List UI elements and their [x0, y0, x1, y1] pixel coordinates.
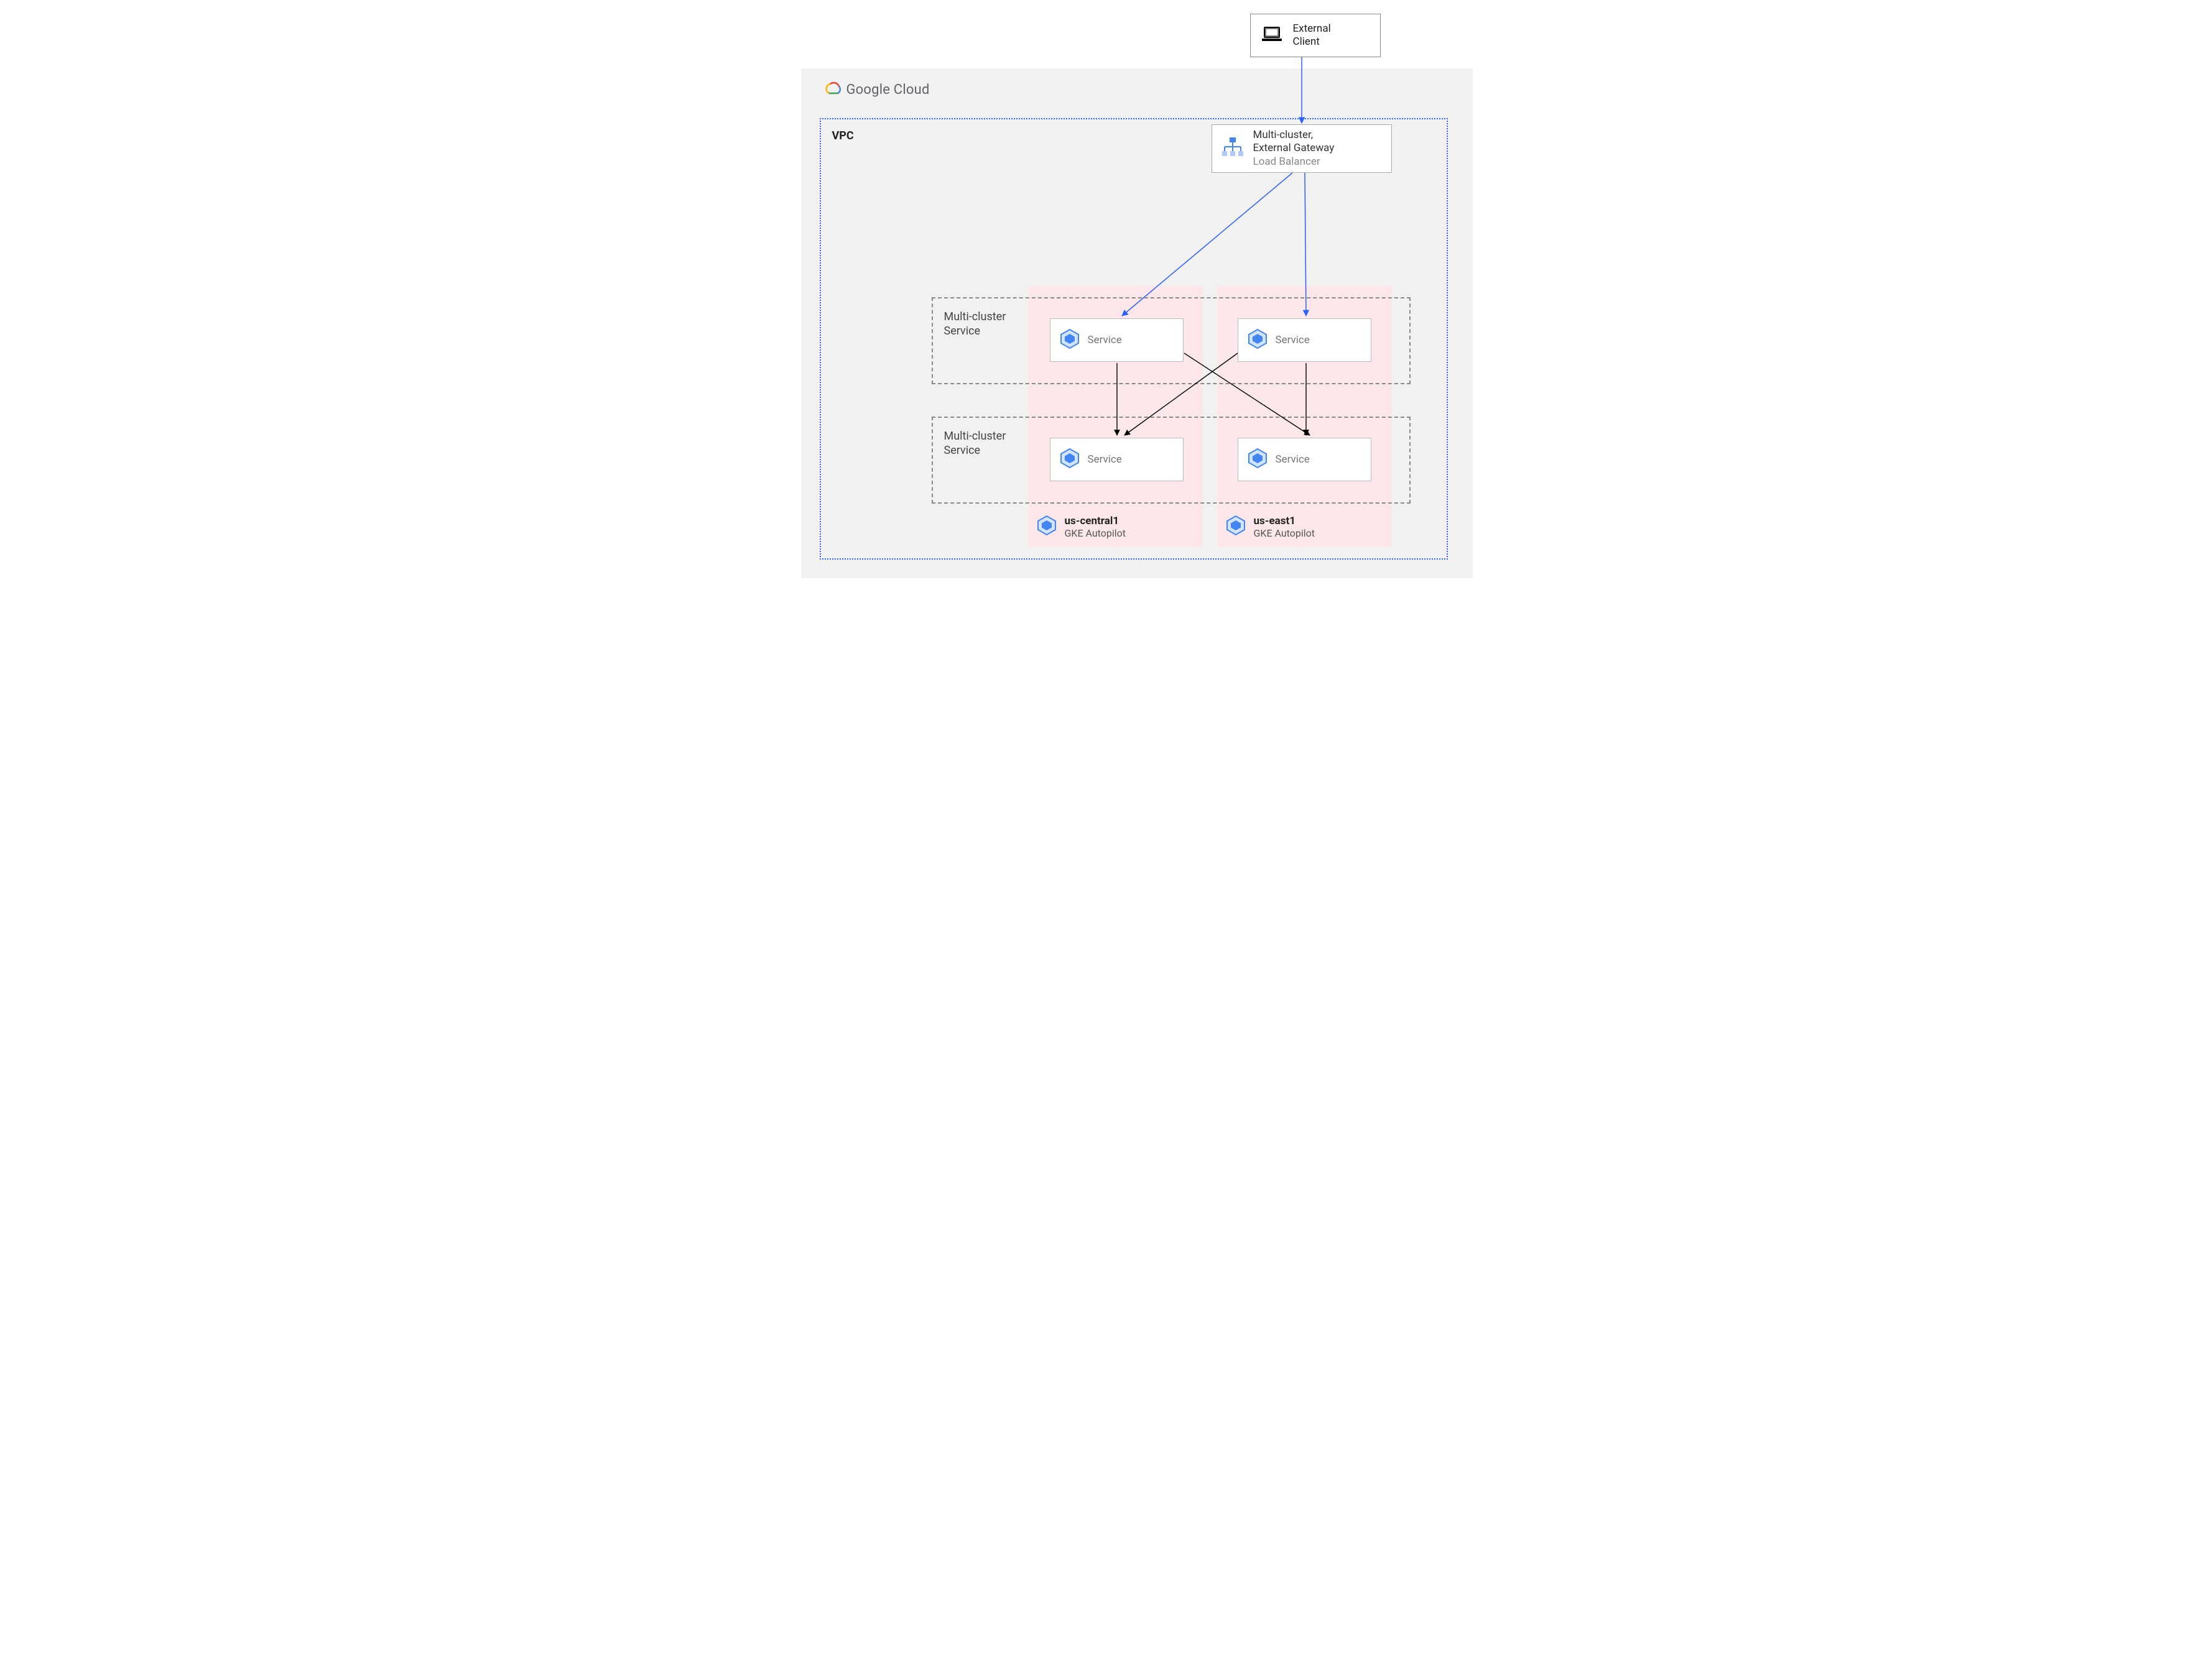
- google-cloud-label: Google Cloud: [846, 82, 930, 98]
- service-label: Service: [1276, 334, 1310, 346]
- external-client-label-line2: Client: [1293, 35, 1331, 48]
- service-box-2a: Service: [1050, 438, 1184, 481]
- external-client-label-line1: External: [1293, 22, 1331, 35]
- service-box-1b: Service: [1238, 318, 1371, 362]
- load-balancer-icon: [1221, 136, 1245, 162]
- gke-icon: [1247, 328, 1268, 352]
- region-a-name: us-central1: [1065, 515, 1126, 527]
- region-b-sub: GKE Autopilot: [1254, 527, 1315, 539]
- gateway-label-sub: Load Balancer: [1253, 155, 1335, 168]
- gke-icon: [1036, 515, 1057, 539]
- diagram-canvas: Google Cloud VPC External Client: [714, 0, 1498, 594]
- region-a-sub: GKE Autopilot: [1065, 527, 1126, 539]
- service-box-1a: Service: [1050, 318, 1184, 362]
- region-a-label: us-central1 GKE Autopilot: [1036, 515, 1126, 539]
- gke-icon: [1059, 328, 1080, 352]
- region-b-name: us-east1: [1254, 515, 1315, 527]
- gke-icon: [1247, 448, 1268, 471]
- mcs-label-2: Multi-cluster Service: [944, 429, 1006, 458]
- mcs-label-1: Multi-cluster Service: [944, 310, 1006, 339]
- gke-icon: [1059, 448, 1080, 471]
- external-client-box: External Client: [1250, 14, 1381, 57]
- gateway-box: Multi-cluster, External Gateway Load Bal…: [1212, 124, 1392, 173]
- service-box-2b: Service: [1238, 438, 1371, 481]
- service-label: Service: [1088, 334, 1122, 346]
- service-label: Service: [1088, 453, 1122, 466]
- gateway-label-line1: Multi-cluster,: [1253, 129, 1335, 142]
- google-cloud-logo: Google Cloud: [823, 81, 930, 98]
- laptop-icon: [1259, 25, 1284, 46]
- service-label: Service: [1276, 453, 1310, 466]
- gke-icon: [1225, 515, 1246, 539]
- google-cloud-icon: [823, 81, 841, 98]
- region-b-label: us-east1 GKE Autopilot: [1225, 515, 1315, 539]
- vpc-label: VPC: [832, 129, 854, 142]
- gateway-label-line2: External Gateway: [1253, 142, 1335, 155]
